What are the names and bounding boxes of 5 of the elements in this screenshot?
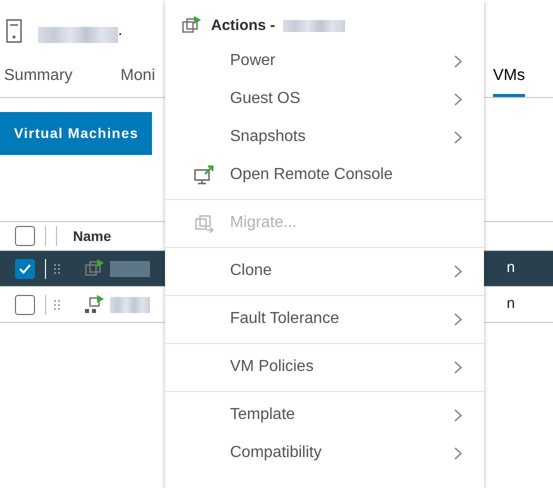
column-header: Name [73, 226, 112, 246]
table-cell-text: n [506, 258, 515, 278]
host-name-text: . [118, 21, 122, 41]
menu-title: Actions - [211, 16, 276, 36]
table-cell-text: n [506, 294, 515, 314]
